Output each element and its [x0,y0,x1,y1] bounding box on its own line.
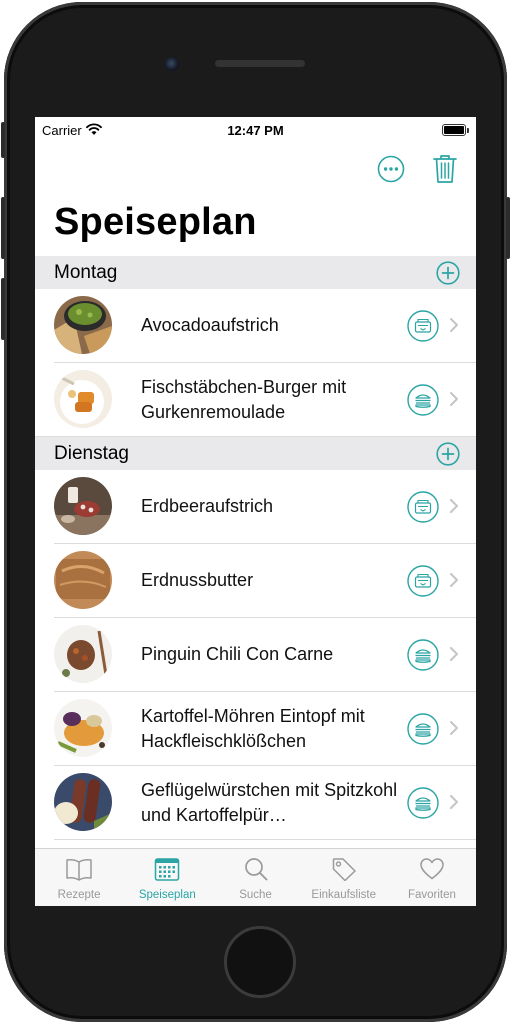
tab-label: Speiseplan [138,889,196,901]
recipe-title: Avocadoaufstrich [141,315,279,335]
tab-label: Rezepte [57,889,101,901]
chevron-right-icon [449,572,459,588]
burger-icon[interactable] [407,384,439,416]
lunchbox-icon[interactable] [407,491,439,523]
burger-icon[interactable] [407,787,439,819]
lunchbox-icon[interactable] [407,310,439,342]
earpiece-speaker [215,60,305,67]
section-header-dienstag: Dienstag [35,437,476,470]
recipe-title: Pinguin Chili Con Carne [141,644,334,664]
recipe-thumbnail [54,773,112,831]
plus-circle-icon[interactable] [436,441,460,466]
chevron-right-icon [449,646,459,662]
tab-label: Favoriten [407,889,456,901]
chevron-right-icon [449,794,459,810]
tab-einkaufsliste[interactable]: Einkaufsliste [300,849,388,906]
ellipsis-circle-icon[interactable] [377,155,405,183]
meal-plan-list: Montag Avocadoaufstrich Fischstäbchen-Bu… [35,256,476,840]
tab-speiseplan[interactable]: Speiseplan [123,849,211,906]
tab-label: Suche [239,889,272,901]
recipe-thumbnail [54,625,112,683]
section-header-montag: Montag [35,256,476,289]
chevron-right-icon [449,391,459,407]
plus-circle-icon[interactable] [436,260,460,285]
tab-suche[interactable]: Suche [211,849,299,906]
list-item[interactable]: Pinguin Chili Con Carne [35,618,476,692]
front-camera [165,57,179,71]
list-item[interactable]: Fischstäbchen-Burger mit Gurkenremoulade [35,363,476,437]
tab-bar: Rezepte Speiseplan Suche Einkaufsliste F… [35,848,476,906]
recipe-title: Erdnussbutter [141,570,254,590]
list-item[interactable]: Geflügelwürstchen mit Spitzkohl und Kart… [35,766,476,840]
recipe-title: Erdbeeraufstrich [141,496,274,516]
calendar-icon [154,857,180,886]
section-title: Dienstag [54,442,129,464]
tab-favoriten[interactable]: Favoriten [388,849,476,906]
page-title: Speiseplan [54,201,257,243]
tab-rezepte[interactable]: Rezepte [35,849,123,906]
recipe-thumbnail [54,296,112,354]
home-button[interactable] [224,926,296,998]
status-bar: Carrier 12:47 PM [35,117,476,143]
recipe-title: Fischstäbchen-Burger mit Gurkenremoulade [141,377,347,422]
battery-icon [442,124,469,136]
trash-icon[interactable] [432,153,458,184]
mute-switch [1,122,5,158]
chevron-right-icon [449,498,459,514]
list-item[interactable]: Avocadoaufstrich [35,289,476,363]
recipe-thumbnail [54,699,112,757]
recipe-title: Geflügelwürstchen mit Spitzkohl und Kart… [141,780,398,825]
volume-up-button [1,197,5,259]
heart-icon [419,857,445,886]
chevron-right-icon [449,720,459,736]
recipe-thumbnail [54,551,112,609]
lunchbox-icon[interactable] [407,565,439,597]
tag-icon [331,857,357,886]
recipe-thumbnail [54,477,112,535]
power-button [506,197,510,259]
nav-actions [377,153,458,184]
app-screen: Carrier 12:47 PM Speiseplan Montag Avoca… [35,117,476,906]
list-item[interactable]: Erdbeeraufstrich [35,470,476,544]
recipe-thumbnail [54,370,112,428]
book-icon [65,857,93,886]
volume-down-button [1,278,5,340]
recipe-title: Kartoffel-Möhren Eintopf mit Hackfleisch… [141,706,365,751]
burger-icon[interactable] [407,639,439,671]
list-item[interactable]: Erdnussbutter [35,544,476,618]
burger-icon[interactable] [407,713,439,745]
tab-label: Einkaufsliste [311,889,376,901]
search-icon [243,857,269,886]
section-title: Montag [54,261,118,283]
status-time: 12:47 PM [227,123,284,138]
list-item[interactable]: Kartoffel-Möhren Eintopf mit Hackfleisch… [35,692,476,766]
chevron-right-icon [449,317,459,333]
